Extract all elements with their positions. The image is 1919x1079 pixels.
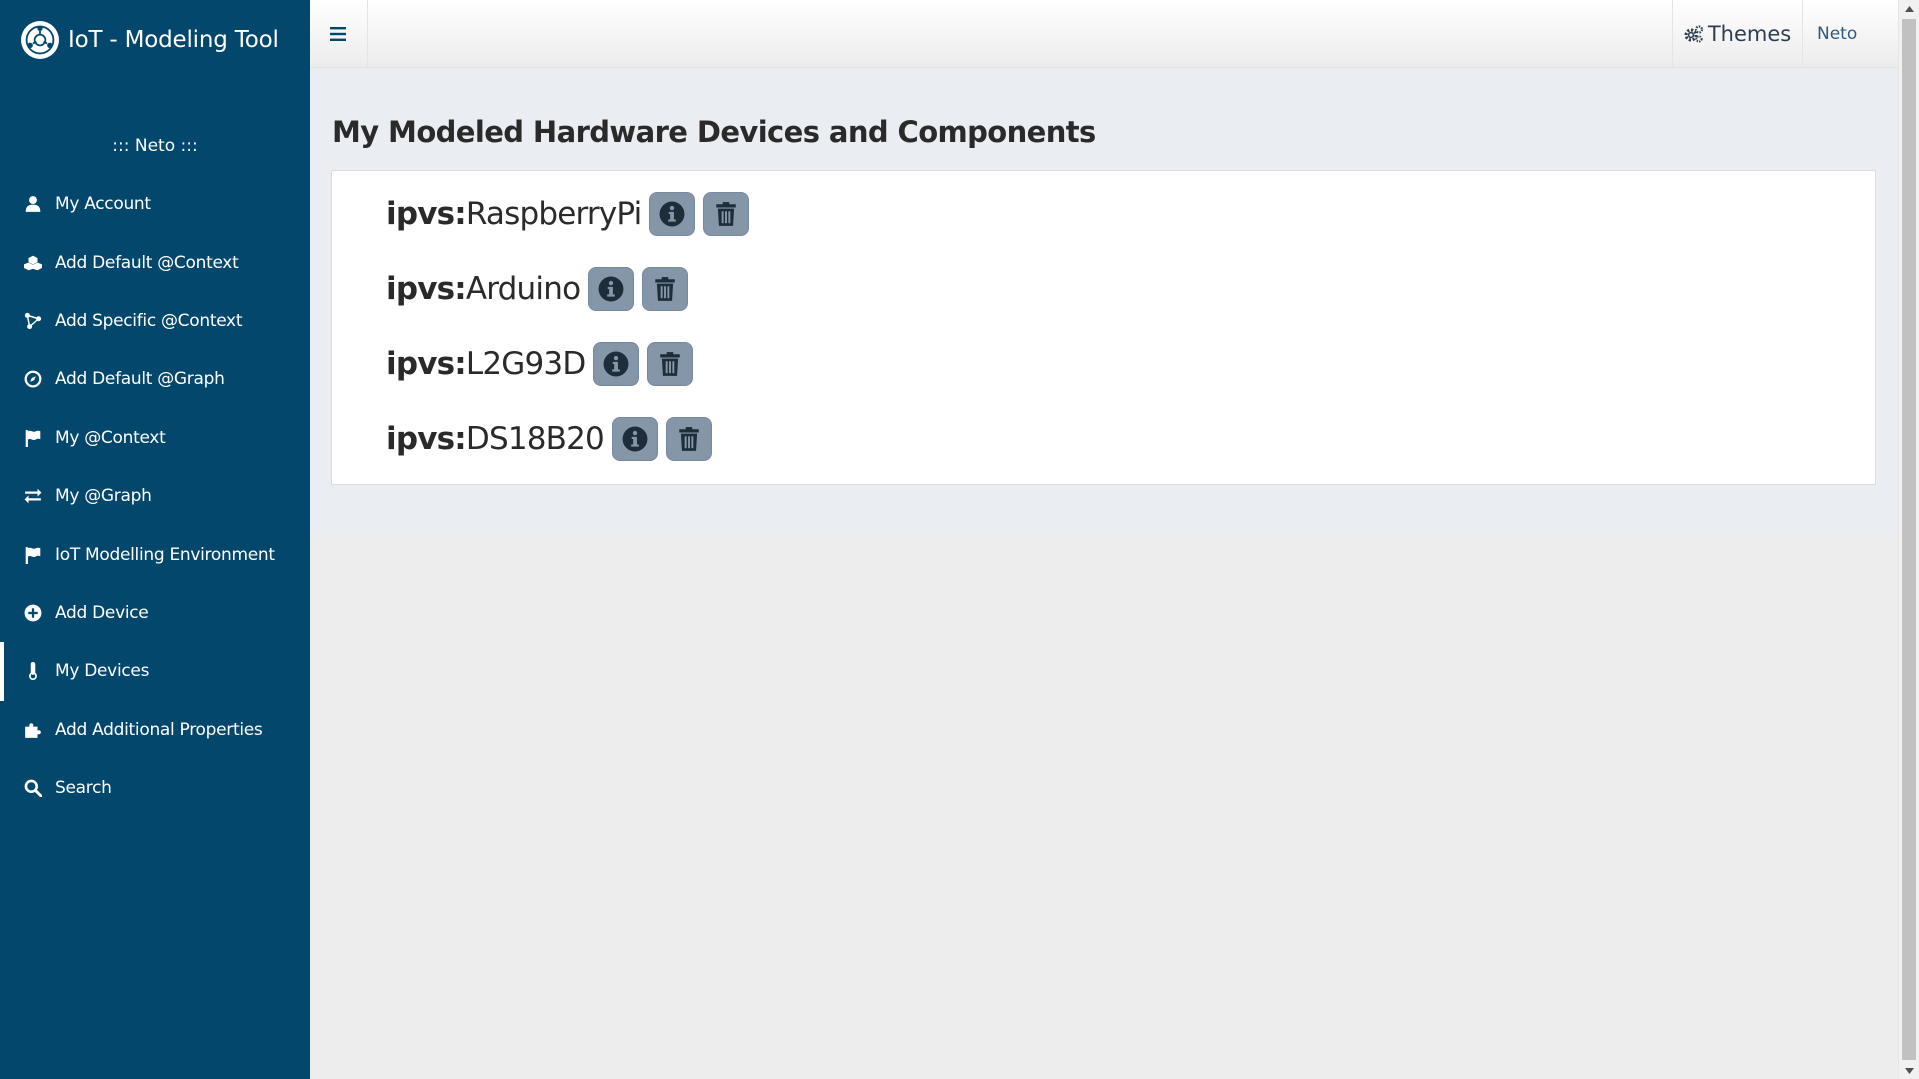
menu-toggle-button[interactable] [310,0,368,68]
sidebar-item-my-graph[interactable]: My @Graph [0,467,310,525]
sidebar-item-label: IoT Modelling Environment [55,544,275,565]
sidebar-user-tag: ::: Neto ::: [112,136,198,156]
sidebar-item-my-devices[interactable]: My Devices [0,642,310,701]
exchange-icon [23,486,43,506]
sidebar-item-label: Add Default @Graph [55,369,225,390]
device-info-button[interactable] [649,192,696,236]
device-delete-button[interactable] [647,342,694,386]
compass-icon [23,369,43,389]
sidebar-item-label: My Devices [55,661,150,682]
user-icon [23,194,43,214]
sidebar-item-label: Add Default @Context [55,252,239,273]
sidebar-item-add-default-context[interactable]: Add Default @Context [0,233,310,291]
cubes-icon [23,253,43,273]
device-prefix: ipvs: [386,346,467,382]
trash-icon [716,202,737,226]
info-icon [603,351,629,377]
info-icon [659,201,685,227]
sidebar-item-label: Search [55,778,112,799]
device-info-button[interactable] [588,267,635,311]
device-delete-button[interactable] [703,192,750,236]
devices-panel: ipvs: RaspberryPi ipvs: Arduino ipvs: L2G93… [331,170,1876,485]
scrollbar-thumb[interactable] [1902,19,1916,1060]
themes-label: Themes [1707,22,1792,46]
trash-icon [655,277,675,301]
device-prefix: ipvs: [386,196,467,232]
flag-icon [23,545,43,565]
sidebar-item-label: Add Specific @Context [55,310,243,331]
sidebar-item-label: My @Graph [55,486,152,507]
sidebar-item-label: Add Device [55,602,149,623]
device-prefix: ipvs: [386,421,467,457]
sidebar-item-my-account[interactable]: My Account [0,175,310,233]
device-name: L2G93D [465,346,586,382]
brand[interactable]: IoT - Modeling Tool [0,0,310,80]
device-row: ipvs: L2G93D [386,341,701,387]
scroll-down-arrow-icon[interactable] [1899,1062,1919,1079]
user-menu-link[interactable]: Neto [1817,0,1857,68]
thermometer-icon [23,661,43,681]
plus-circle-icon [23,603,43,623]
scroll-up-arrow-icon[interactable] [1899,0,1919,17]
trash-icon [660,352,681,376]
device-delete-button[interactable] [665,417,712,461]
sidebar-item-label: Add Additional Properties [55,719,263,740]
search-icon [23,778,43,798]
sidebar-item-search[interactable]: Search [0,759,310,817]
flag-icon [23,428,43,448]
page-scrollbar[interactable] [1898,0,1919,1079]
sidebar-nav: My Account Add Default @Context Add Spec… [0,175,310,817]
sidebar-item-iot-modelling-environment[interactable]: IoT Modelling Environment [0,525,310,583]
trash-icon [679,427,699,451]
top-bar: Themes Neto [310,0,1898,68]
device-row: ipvs: DS18B20 [386,416,720,462]
hamburger-icon [329,27,346,41]
device-name: Arduino [465,271,581,307]
sidebar-item-label: My Account [55,194,151,215]
device-row: ipvs: RaspberryPi [386,191,757,237]
app-title: IoT - Modeling Tool [68,27,279,53]
molecule-icon [23,311,43,331]
info-icon [598,276,624,302]
info-icon [622,426,648,452]
device-delete-button[interactable] [642,267,689,311]
sidebar-item-label: My @Context [55,427,166,448]
puzzle-icon [23,720,43,740]
device-info-button[interactable] [611,417,658,461]
device-name: RaspberryPi [465,196,642,232]
themes-button[interactable]: Themes [1672,0,1803,68]
gears-icon [1684,25,1703,43]
sidebar-item-add-specific-context[interactable]: Add Specific @Context [0,292,310,350]
sidebar-item-add-additional-properties[interactable]: Add Additional Properties [0,701,310,759]
sidebar-item-add-device[interactable]: Add Device [0,584,310,642]
device-prefix: ipvs: [386,271,467,307]
device-row: ipvs: Arduino [386,266,696,312]
main-content: My Modeled Hardware Devices and Componen… [310,68,1898,534]
device-info-button[interactable] [593,342,640,386]
device-name: DS18B20 [465,421,605,457]
sidebar-item-add-default-graph[interactable]: Add Default @Graph [0,350,310,408]
sidebar-item-my-context[interactable]: My @Context [0,409,310,467]
sidebar: IoT - Modeling Tool ::: Neto ::: My Acco… [0,0,310,1079]
page-title: My Modeled Hardware Devices and Componen… [332,115,1096,149]
iot-logo-icon [21,21,59,59]
